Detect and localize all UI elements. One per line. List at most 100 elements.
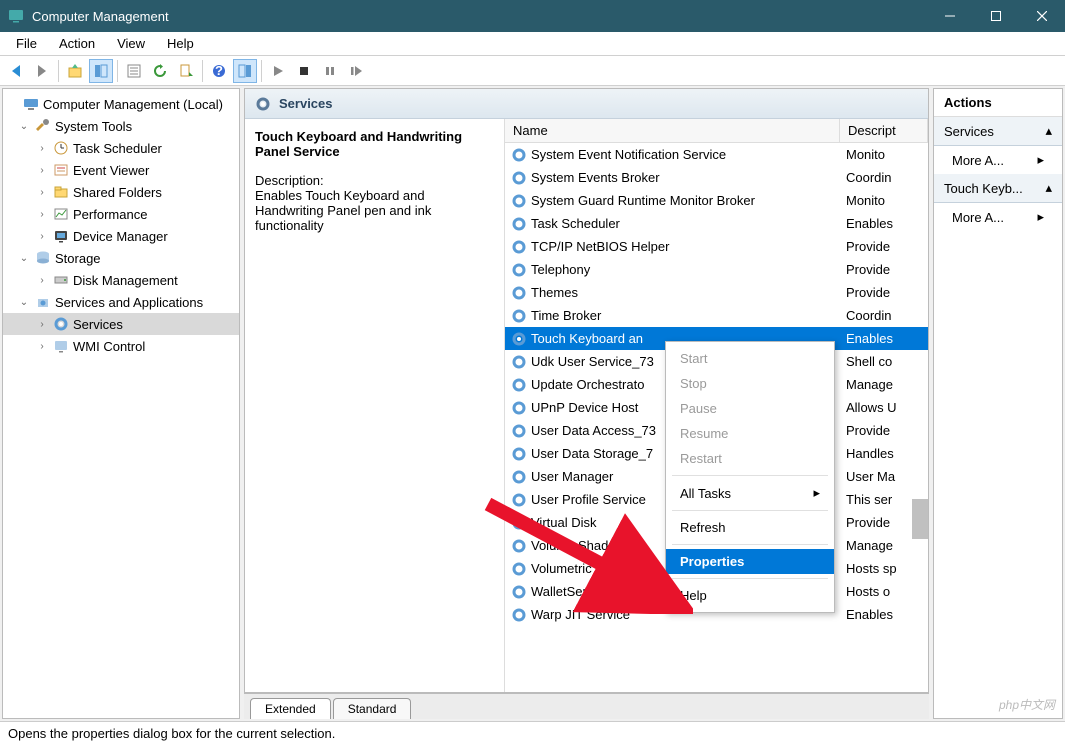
tab-standard[interactable]: Standard [333, 698, 412, 719]
service-row[interactable]: System Events BrokerCoordin [505, 166, 928, 189]
actions-section-label: Services [944, 124, 994, 139]
tree-item-icon [53, 184, 69, 200]
service-row[interactable]: System Guard Runtime Monitor BrokerMonit… [505, 189, 928, 212]
help-button[interactable]: ? [207, 59, 231, 83]
tree-storage[interactable]: ⌄ Storage [3, 247, 239, 269]
app-icon [8, 8, 24, 24]
navigation-tree[interactable]: Computer Management (Local) ⌄ System Too… [2, 88, 240, 719]
tree-item-wmi-control[interactable]: ›WMI Control [3, 335, 239, 357]
view-tabs: Extended Standard [244, 693, 929, 719]
tree-system-tools[interactable]: ⌄ System Tools [3, 115, 239, 137]
pane-title: Services [279, 96, 333, 111]
chevron-right-icon: › [35, 319, 49, 330]
gear-icon [511, 331, 527, 347]
ctx-label: Pause [680, 401, 717, 416]
tree-item-performance[interactable]: ›Performance [3, 203, 239, 225]
ctx-label: Restart [680, 451, 722, 466]
service-description: Enables [840, 607, 928, 622]
chevron-right-icon: ▸ [1037, 152, 1044, 168]
service-description: Provide [840, 262, 928, 277]
ctx-refresh[interactable]: Refresh [666, 515, 834, 540]
tree-label: Task Scheduler [73, 141, 162, 156]
stop-service-button[interactable] [292, 59, 316, 83]
ctx-label: Start [680, 351, 707, 366]
service-name: Udk User Service_73 [531, 354, 654, 369]
actions-section-services[interactable]: Services ▴ [934, 117, 1062, 146]
gear-icon [511, 147, 527, 163]
window-title: Computer Management [32, 9, 927, 24]
ctx-properties[interactable]: Properties [666, 549, 834, 574]
export-button[interactable] [174, 59, 198, 83]
tools-icon [35, 118, 51, 134]
menu-help[interactable]: Help [157, 34, 204, 53]
svg-text:?: ? [215, 63, 223, 78]
actions-more-2[interactable]: More A... ▸ [934, 203, 1062, 231]
refresh-button[interactable] [148, 59, 172, 83]
tree-item-icon [53, 338, 69, 354]
context-menu: Start Stop Pause Resume Restart All Tasks▸ Ref… [665, 341, 835, 613]
menu-view[interactable]: View [107, 34, 155, 53]
ctx-label: Resume [680, 426, 728, 441]
column-name[interactable]: Name [505, 119, 840, 142]
chevron-right-icon: ▸ [813, 485, 820, 501]
show-hide-tree-button[interactable] [89, 59, 113, 83]
service-row[interactable]: Time BrokerCoordin [505, 304, 928, 327]
service-row[interactable]: TelephonyProvide [505, 258, 928, 281]
service-description: Handles [840, 446, 928, 461]
service-row[interactable]: System Event Notification ServiceMonito [505, 143, 928, 166]
service-description: Provide [840, 239, 928, 254]
tree-item-shared-folders[interactable]: ›Shared Folders [3, 181, 239, 203]
tree-label: Event Viewer [73, 163, 149, 178]
tree-item-task-scheduler[interactable]: › Task Scheduler [3, 137, 239, 159]
tree-label: WMI Control [73, 339, 145, 354]
ctx-all-tasks[interactable]: All Tasks▸ [666, 480, 834, 506]
tree-item-device-manager[interactable]: ›Device Manager [3, 225, 239, 247]
start-service-button[interactable] [266, 59, 290, 83]
close-button[interactable] [1019, 0, 1065, 32]
service-name: Themes [531, 285, 578, 300]
service-description: Hosts sp [840, 561, 928, 576]
ctx-help[interactable]: Help [666, 583, 834, 608]
ctx-stop: Stop [666, 371, 834, 396]
list-header[interactable]: Name Descript [505, 119, 928, 143]
actions-section-selected[interactable]: Touch Keyb... ▴ [934, 174, 1062, 203]
maximize-button[interactable] [973, 0, 1019, 32]
scrollbar-thumb[interactable] [912, 499, 928, 539]
up-button[interactable] [63, 59, 87, 83]
tree-item-services[interactable]: ›Services [3, 313, 239, 335]
nav-back-button[interactable] [4, 59, 28, 83]
nav-forward-button[interactable] [30, 59, 54, 83]
menu-file[interactable]: File [6, 34, 47, 53]
ctx-label: Properties [680, 554, 744, 569]
show-hide-actions-button[interactable] [233, 59, 257, 83]
service-name: System Events Broker [531, 170, 660, 185]
service-row[interactable]: TCP/IP NetBIOS Helper Provide [505, 235, 928, 258]
pause-service-button[interactable] [318, 59, 342, 83]
action-label: More A... [952, 210, 1004, 225]
collapse-icon: ▴ [1045, 180, 1052, 196]
actions-more-1[interactable]: More A... ▸ [934, 146, 1062, 174]
ctx-label: Help [680, 588, 707, 603]
tree-item-icon [53, 316, 69, 332]
service-description: Enables [840, 331, 928, 346]
column-description[interactable]: Descript [840, 119, 928, 142]
tree-item-icon [53, 228, 69, 244]
service-row[interactable]: ThemesProvide [505, 281, 928, 304]
service-name: Volumetric Audi [531, 561, 621, 576]
menu-action[interactable]: Action [49, 34, 105, 53]
restart-service-button[interactable] [344, 59, 368, 83]
tree-item-icon [53, 140, 69, 156]
tree-item-event-viewer[interactable]: ›Event Viewer [3, 159, 239, 181]
tree-root[interactable]: Computer Management (Local) [3, 93, 239, 115]
status-bar: Opens the properties dialog box for the … [0, 721, 1065, 745]
service-row[interactable]: Task SchedulerEnables [505, 212, 928, 235]
tree-item-disk-management[interactable]: ›Disk Management [3, 269, 239, 291]
minimize-button[interactable] [927, 0, 973, 32]
tree-services-apps[interactable]: ⌄ Services and Applications [3, 291, 239, 313]
tab-extended[interactable]: Extended [250, 698, 331, 719]
service-name: Touch Keyboard an [531, 331, 643, 346]
chevron-right-icon: › [35, 143, 49, 154]
properties-button[interactable] [122, 59, 146, 83]
service-name: TCP/IP NetBIOS Helper [531, 239, 669, 254]
services-list[interactable]: Name Descript System Event Notification … [505, 119, 928, 692]
